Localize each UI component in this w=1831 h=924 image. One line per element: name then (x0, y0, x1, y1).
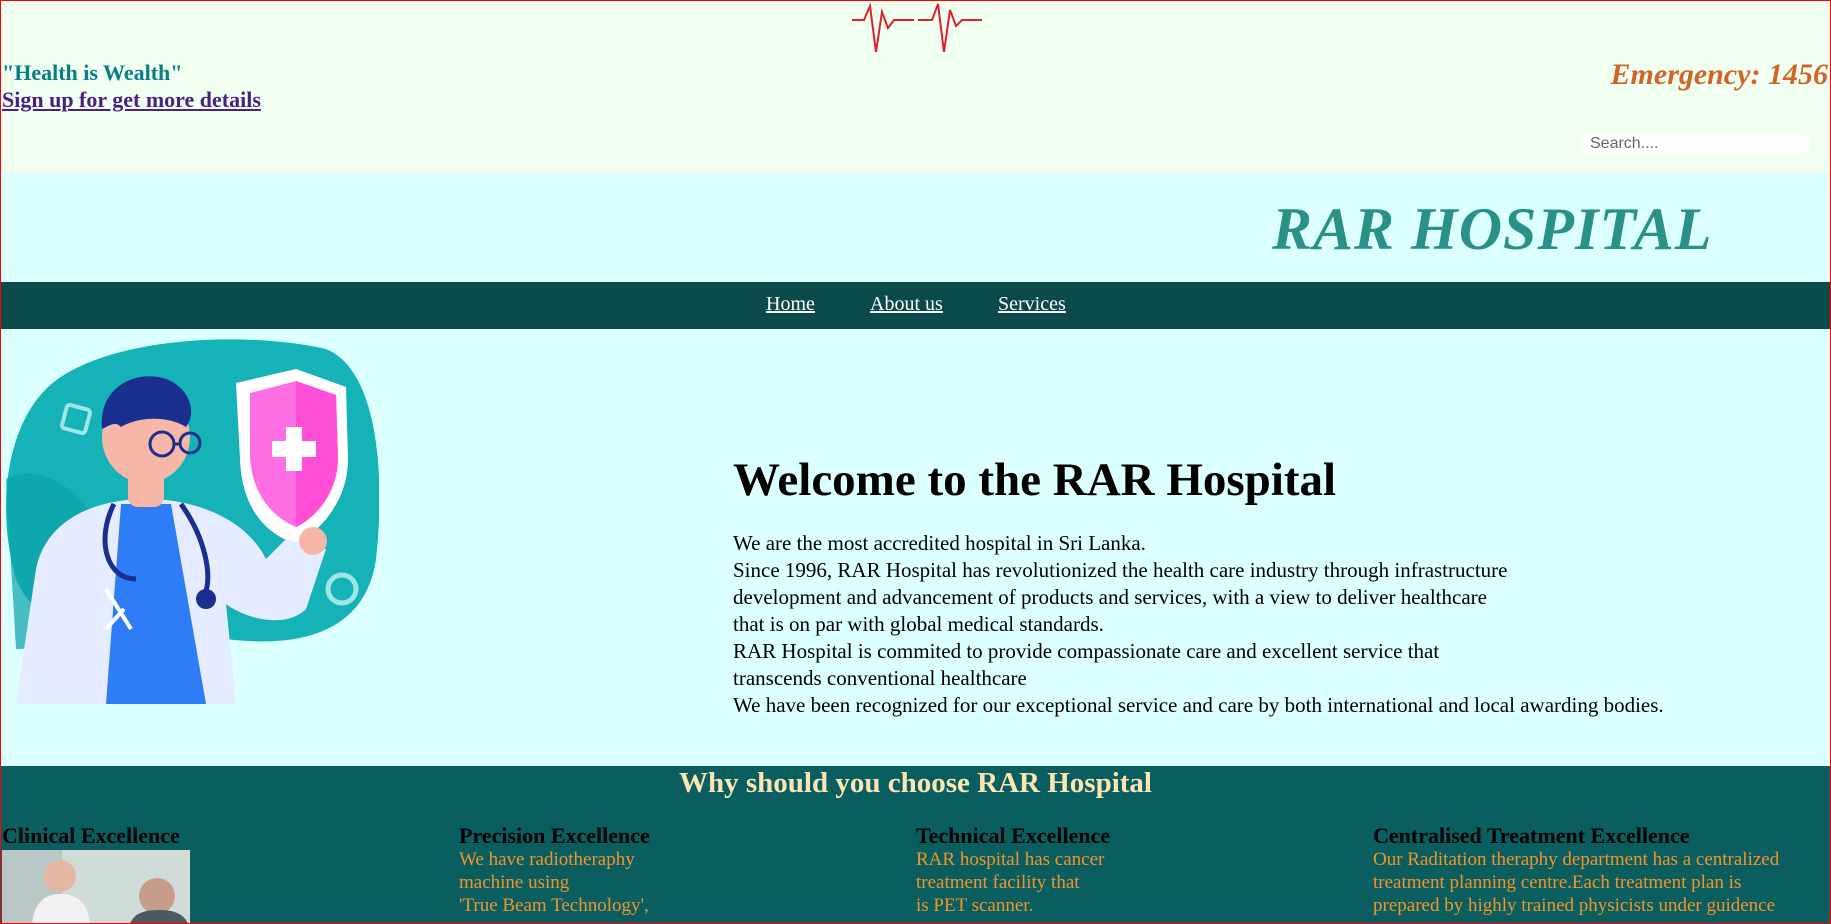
emergency-number: Emergency: 1456 (1610, 58, 1828, 91)
feature-line: RAR hospital has cancer (916, 849, 1105, 870)
intro-line: Since 1996, RAR Hospital has revolutioni… (733, 558, 1508, 582)
main-nav: Home About us Services (0, 282, 1831, 329)
why-section-title: Why should you choose RAR Hospital (679, 767, 1152, 799)
feature-heading: Centralised Treatment Excellence (1373, 823, 1690, 848)
feature-clinical: Clinical Excellence (2, 824, 442, 848)
feature-line: is PET scanner. (916, 895, 1034, 916)
intro-line: We are the most accredited hospital in S… (733, 531, 1146, 555)
feature-line: Our Raditation theraphy department has a… (1373, 849, 1780, 870)
intro-line: development and advancement of products … (733, 585, 1487, 609)
intro-line: RAR Hospital is commited to provide comp… (733, 639, 1440, 663)
feature-line: We have radiotheraphy (459, 849, 635, 870)
clinical-photo (2, 850, 190, 924)
feature-centralised: Centralised Treatment Excellence Our Rad… (1373, 824, 1828, 917)
feature-line: treatment facility that (916, 872, 1080, 893)
nav-about-us[interactable]: About us (870, 293, 943, 316)
feature-line: treatment planning centre.Each treatment… (1373, 872, 1742, 893)
intro-line: that is on par with global medical stand… (733, 612, 1104, 636)
intro-line: We have been recognized for our exceptio… (733, 693, 1664, 717)
nav-home[interactable]: Home (766, 293, 815, 316)
feature-line: prepared by highly trained physicists un… (1373, 895, 1776, 916)
tagline: "Health is Wealth" (2, 60, 183, 85)
welcome-heading: Welcome to the RAR Hospital (733, 454, 1337, 506)
signup-link[interactable]: Sign up for get more details (2, 87, 261, 113)
feature-heading: Technical Excellence (916, 823, 1111, 848)
feature-line: 'True Beam Technology', (459, 895, 649, 916)
intro-text: We are the most accredited hospital in S… (733, 530, 1664, 719)
feature-technical: Technical Excellence RAR hospital has ca… (916, 824, 1356, 917)
feature-line: machine using (459, 872, 570, 893)
nav-services[interactable]: Services (998, 293, 1066, 316)
feature-precision: Precision Excellence We have radiotherap… (459, 824, 899, 917)
doctor-with-shield-illustration (6, 339, 379, 704)
heartbeat-line-icon (852, 2, 982, 53)
hospital-brand-title: RAR HOSPITAL (1272, 196, 1713, 262)
search-input[interactable] (1578, 132, 1810, 156)
feature-heading: Clinical Excellence (2, 823, 180, 848)
feature-heading: Precision Excellence (459, 823, 650, 848)
intro-line: transcends conventional healthcare (733, 666, 1027, 690)
